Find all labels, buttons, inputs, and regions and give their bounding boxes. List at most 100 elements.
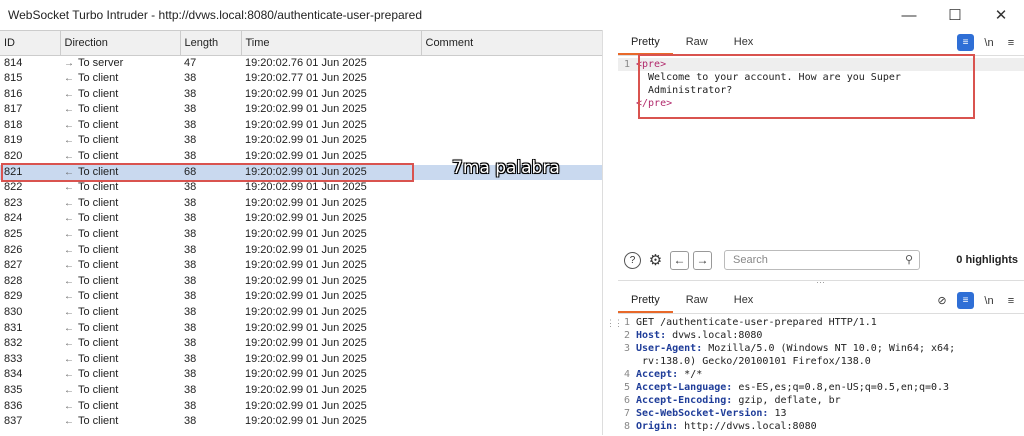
format-icon[interactable]: ≡ (957, 292, 974, 309)
line-number: 2 (623, 330, 630, 341)
cell-direction: ← To client (60, 211, 180, 227)
arrow-left-icon: ← (64, 307, 74, 318)
line-number (618, 97, 636, 110)
direction-label: To server (78, 56, 124, 69)
code-line: 2 Host: dvws.local:8080 (618, 329, 1024, 342)
arrow-left-icon: ← (64, 88, 74, 100)
close-button[interactable]: ✕ (978, 0, 1024, 30)
table-row[interactable]: 837 ← To client 38 19:20:02.99 01 Jun 2025 (0, 414, 602, 430)
menu-icon[interactable]: ≡ (1004, 295, 1018, 307)
code-text: Accept: */* (636, 368, 702, 381)
line-number: 1 (623, 317, 630, 328)
cell-comment (421, 196, 602, 212)
request-tab-raw[interactable]: Raw (673, 287, 721, 313)
table-row[interactable]: 828 ← To client 38 19:20:02.99 01 Jun 2025 (0, 274, 602, 290)
hide-icon[interactable]: ⊘ (935, 294, 949, 307)
cell-id: 816 (4, 87, 23, 100)
messages-panel: ID Direction Length Time Comment 814 → To serv… (0, 30, 602, 435)
cell-time: 19:20:02.99 01 Jun 2025 (245, 274, 367, 287)
splitter-grip-icon: ⋯ (816, 277, 825, 287)
cell-comment (421, 211, 602, 227)
cell-id: 828 (4, 274, 23, 287)
column-header-direction[interactable]: Direction (60, 31, 181, 56)
header-value: es-ES,es;q=0.8,en-US;q=0.5,en;q=0.3 (732, 382, 950, 393)
cell-length: 38 (184, 415, 197, 428)
table-row[interactable]: 819 ← To client 38 19:20:02.99 01 Jun 2025 (0, 133, 602, 149)
settings-icon[interactable]: ⚙ (647, 252, 664, 269)
table-row[interactable]: 836 ← To client 38 19:20:02.99 01 Jun 2025 (0, 399, 602, 415)
cell-time: 19:20:02.99 01 Jun 2025 (245, 399, 367, 412)
direction-label: To client (78, 134, 119, 147)
line-number: 1 (623, 59, 630, 70)
header-key: Sec-WebSocket-Version: (636, 408, 769, 419)
cell-comment (421, 227, 602, 243)
response-tab-pretty[interactable]: Pretty (618, 29, 673, 55)
table-row[interactable]: 832 ← To client 38 19:20:02.99 01 Jun 2025 (0, 336, 602, 352)
cell-length: 38 (184, 228, 197, 241)
table-row[interactable]: 835 ← To client 38 19:20:02.99 01 Jun 2025 (0, 383, 602, 399)
table-row[interactable]: 823 ← To client 38 19:20:02.99 01 Jun 2025 (0, 196, 602, 212)
line-number (618, 355, 636, 368)
format-icon[interactable]: ≡ (957, 34, 974, 51)
cell-direction: ← To client (60, 383, 180, 399)
arrow-left-icon: ← (64, 104, 74, 116)
table-row[interactable]: 814 → To server 47 19:20:02.76 01 Jun 2025 (0, 55, 602, 71)
cell-direction: ← To client (60, 71, 180, 87)
search-input[interactable]: Search ⚲ (724, 250, 920, 270)
cell-time: 19:20:02.99 01 Jun 2025 (245, 368, 367, 381)
direction-label: To client (78, 290, 119, 303)
request-editor[interactable]: 1 GET /authenticate-user-prepared HTTP/1.… (618, 316, 1024, 436)
newline-icon[interactable]: \n (982, 37, 996, 49)
column-header-comment[interactable]: Comment (421, 31, 602, 56)
vertical-splitter[interactable]: ⋮⋮ (602, 30, 623, 435)
arrow-left-icon: ← (64, 182, 74, 194)
arrow-left-icon: ← (64, 291, 74, 303)
cell-direction: ← To client (60, 87, 180, 103)
table-row[interactable]: 816 ← To client 38 19:20:02.99 01 Jun 2025 (0, 87, 602, 103)
request-tab-hex[interactable]: Hex (721, 287, 767, 313)
column-header-length[interactable]: Length (180, 31, 242, 56)
table-row[interactable]: 827 ← To client 38 19:20:02.99 01 Jun 2025 (0, 258, 602, 274)
header-key: Accept-Encoding: (636, 395, 733, 406)
arrow-left-icon: ← (64, 322, 74, 334)
table-row[interactable]: 817 ← To client 38 19:20:02.99 01 Jun 2025 (0, 102, 602, 118)
cell-direction: ← To client (60, 258, 180, 274)
table-row[interactable]: 815 ← To client 38 19:20:02.77 01 Jun 2025 (0, 71, 602, 87)
cell-id: 836 (4, 399, 23, 412)
minimize-button[interactable]: — (886, 0, 932, 30)
code-text: Sec-WebSocket-Version: 13 (636, 407, 787, 420)
table-row[interactable]: 833 ← To client 38 19:20:02.99 01 Jun 2025 (0, 352, 602, 368)
code-line: 3 User-Agent: Mozilla/5.0 (Windows NT 10.… (618, 342, 1024, 355)
table-row[interactable]: 834 ← To client 38 19:20:02.99 01 Jun 2025 (0, 367, 602, 383)
cell-time: 19:20:02.99 01 Jun 2025 (245, 243, 367, 256)
cell-direction: ← To client (60, 305, 180, 321)
table-row[interactable]: 824 ← To client 38 19:20:02.99 01 Jun 2025 (0, 211, 602, 227)
maximize-button[interactable]: ☐ (932, 0, 978, 30)
response-tab-raw[interactable]: Raw (673, 29, 721, 55)
code-line: 1 GET /authenticate-user-prepared HTTP/1.… (618, 316, 1024, 329)
table-row[interactable]: 830 ← To client 38 19:20:02.99 01 Jun 2025 (0, 305, 602, 321)
next-button[interactable]: → (693, 250, 712, 270)
prev-button[interactable]: ← (670, 250, 689, 270)
table-row[interactable]: 829 ← To client 38 19:20:02.99 01 Jun 2025 (0, 289, 602, 305)
cell-length: 38 (184, 259, 197, 272)
column-header-id[interactable]: ID (0, 31, 61, 56)
help-icon[interactable]: ? (624, 251, 641, 269)
response-tab-hex[interactable]: Hex (721, 29, 767, 55)
table-row[interactable]: 825 ← To client 38 19:20:02.99 01 Jun 2025 (0, 227, 602, 243)
cell-length: 38 (184, 181, 197, 194)
request-tab-pretty[interactable]: Pretty (618, 287, 673, 313)
cell-id: 825 (4, 228, 23, 241)
table-row[interactable]: 822 ← To client 38 19:20:02.99 01 Jun 2025 (0, 180, 602, 196)
table-row[interactable]: 826 ← To client 38 19:20:02.99 01 Jun 2025 (0, 243, 602, 259)
cell-direction: ← To client (60, 196, 180, 212)
direction-label: To client (78, 118, 119, 131)
column-header-time[interactable]: Time (241, 31, 422, 56)
table-row[interactable]: 818 ← To client 38 19:20:02.99 01 Jun 2025 (0, 118, 602, 134)
messages-table: ID Direction Length Time Comment 814 → To serv… (0, 31, 602, 430)
cell-time: 19:20:02.99 01 Jun 2025 (245, 212, 367, 225)
table-row[interactable]: 831 ← To client 38 19:20:02.99 01 Jun 2025 (0, 321, 602, 337)
newline-icon[interactable]: \n (982, 295, 996, 307)
menu-icon[interactable]: ≡ (1004, 37, 1018, 49)
window-title: WebSocket Turbo Intruder - http://dvws.l… (8, 8, 423, 22)
